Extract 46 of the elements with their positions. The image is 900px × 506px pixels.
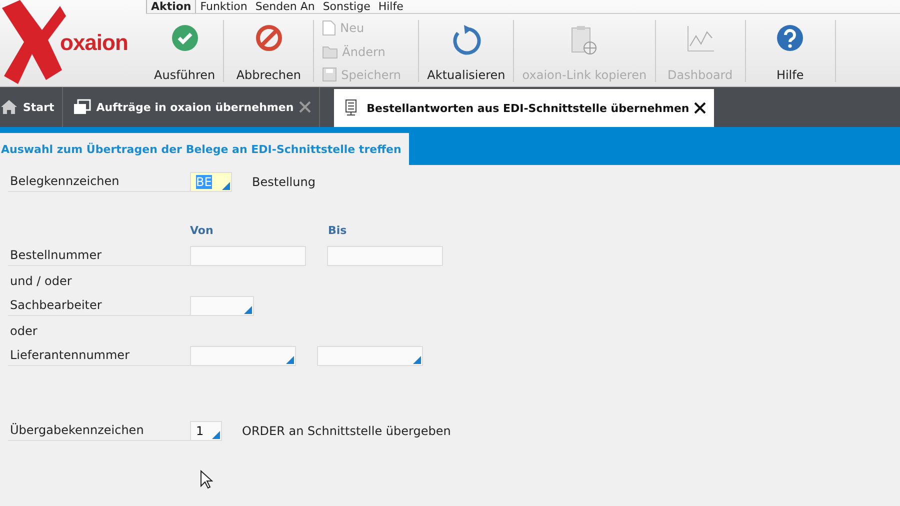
section-title: Auswahl zum Übertragen der Belege an EDI-Schnittstelle treffen xyxy=(0,133,410,165)
input-field[interactable] xyxy=(190,296,254,316)
refresh-icon xyxy=(450,24,482,56)
input-field[interactable] xyxy=(327,246,443,266)
column-header: Von xyxy=(190,224,214,237)
lookup-corner-icon[interactable] xyxy=(222,182,230,190)
lookup-corner-icon[interactable] xyxy=(286,356,294,364)
folder-icon xyxy=(322,44,338,58)
lookup-corner-icon[interactable] xyxy=(212,430,220,438)
field-label: Übergabekennzeichen xyxy=(8,420,190,441)
close-icon[interactable] xyxy=(694,102,706,114)
toolbar-button[interactable]: Hilfe xyxy=(746,20,836,82)
menu-tab[interactable]: Aktion xyxy=(146,0,196,13)
windows-icon xyxy=(73,99,92,115)
document-tab[interactable]: Bestellantworten aus EDI-Schnittstelle übernehmen xyxy=(334,89,714,127)
connector-text: oder xyxy=(9,322,38,340)
home-icon xyxy=(0,99,18,115)
field-description: Bestellung xyxy=(252,174,316,188)
field-label: Sachbearbeiter xyxy=(8,295,190,316)
menu-tab[interactable]: Funktion xyxy=(196,0,252,13)
input-field[interactable]: 1 xyxy=(190,420,222,440)
help-icon xyxy=(776,24,804,52)
menu-tab[interactable]: Senden An xyxy=(251,0,319,13)
line-chart-icon xyxy=(685,24,716,54)
mouse-cursor-icon xyxy=(200,470,213,489)
menu-tab[interactable]: Hilfe xyxy=(374,0,408,13)
check-circle-icon xyxy=(170,24,199,52)
menu-tab[interactable]: Sonstige xyxy=(318,0,374,13)
prohibited-icon xyxy=(254,24,283,52)
input-field[interactable] xyxy=(317,346,423,366)
logo-text: oxaion xyxy=(60,30,128,56)
field-label: Lieferantennummer xyxy=(8,345,190,366)
input-field[interactable] xyxy=(190,346,296,366)
lookup-corner-icon[interactable] xyxy=(413,356,421,364)
column-header: Bis xyxy=(328,224,348,237)
lookup-corner-icon[interactable] xyxy=(244,306,252,314)
clipboard-globe-icon xyxy=(569,24,600,56)
toolbar-button[interactable]: Aktualisieren xyxy=(419,20,514,82)
input-field[interactable] xyxy=(190,246,306,266)
field-label: Belegkennzeichen xyxy=(8,171,190,192)
field-description: ORDER an Schnittstelle übergeben xyxy=(242,424,451,438)
field-label: Bestellnummer xyxy=(8,245,190,266)
toolbar-button[interactable]: Ausführen xyxy=(146,20,224,82)
connector-text: und / oder xyxy=(9,272,73,290)
document-icon xyxy=(322,20,336,36)
toolbar-button[interactable]: Abbrechen xyxy=(224,20,314,82)
